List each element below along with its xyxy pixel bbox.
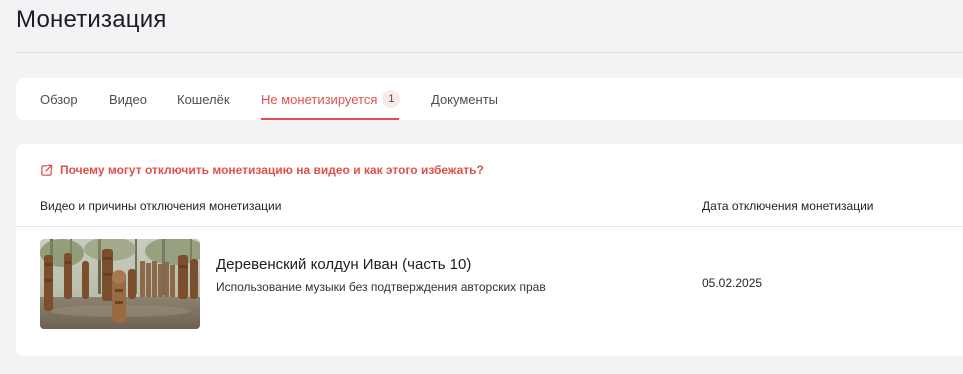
help-link[interactable]: Почему могут отключить монетизацию на ви… [40, 163, 484, 177]
tab-not-monetized-label: Не монетизируется [261, 91, 378, 107]
tab-overview-label: Обзор [40, 91, 78, 107]
demonetization-reason: Использование музыки без подтверждения а… [216, 280, 546, 294]
tab-video-label: Видео [109, 91, 147, 107]
tab-wallet-label: Кошелёк [177, 91, 230, 107]
demonetization-date: 05.02.2025 [702, 276, 763, 290]
tab-wallet[interactable]: Кошелёк [177, 78, 230, 120]
external-link-icon [41, 164, 53, 176]
title-divider [16, 52, 963, 53]
video-thumbnail-image [40, 239, 200, 329]
column-header-date: Дата отключения монетизации [702, 199, 874, 213]
tab-overview[interactable]: Обзор [40, 78, 78, 120]
tabs-bar: Обзор Видео Кошелёк Не монетизируется 1 … [16, 78, 963, 120]
help-link-label: Почему могут отключить монетизацию на ви… [60, 163, 484, 177]
video-title[interactable]: Деревенский колдун Иван (часть 10) [216, 256, 471, 273]
table-header-divider [16, 226, 963, 227]
tab-video[interactable]: Видео [109, 78, 147, 120]
tab-count-badge: 1 [382, 90, 401, 108]
tab-documents[interactable]: Документы [431, 78, 498, 120]
demonetized-videos-card: Почему могут отключить монетизацию на ви… [16, 144, 963, 356]
tab-not-monetized[interactable]: Не монетизируется 1 [261, 78, 401, 120]
video-thumbnail[interactable] [40, 239, 200, 329]
page-title: Монетизация [16, 6, 167, 33]
column-header-video: Видео и причины отключения монетизации [40, 199, 282, 213]
tab-documents-label: Документы [431, 91, 499, 107]
